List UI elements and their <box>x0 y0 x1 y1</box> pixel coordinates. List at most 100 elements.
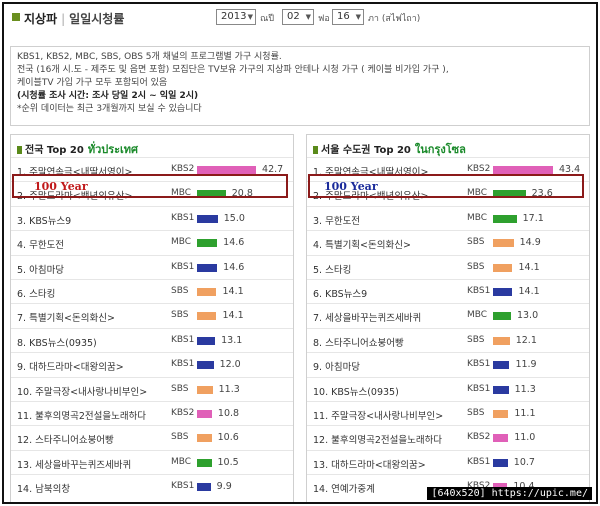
rating-bar <box>197 385 213 394</box>
month-label: ฟอ <box>318 14 330 24</box>
chevron-down-icon: ▼ <box>305 13 311 21</box>
channel-label: MBC <box>171 456 192 467</box>
channel-label: KBS2 <box>171 408 195 418</box>
program-name[interactable]: 13. 세상을바꾸는퀴즈세바퀴 <box>17 457 131 471</box>
rating-bar <box>493 336 510 345</box>
channel-label: KBS1 <box>171 212 195 223</box>
channel-label: SBS <box>171 432 189 443</box>
table-row[interactable]: 7. 세상을바꾸는퀴즈세바퀴 MBC 13.0 <box>307 303 589 327</box>
table-row[interactable]: 9. 대하드라마<대왕의꿈> KBS1 12.0 <box>11 352 293 376</box>
bullet-icon <box>17 146 22 154</box>
table-row[interactable]: 6. 스타킹 SBS 14.1 <box>11 279 293 303</box>
program-name[interactable]: 4. 특별기획<돈의화신> <box>313 237 411 251</box>
table-row[interactable]: 7. 특별기획<돈의화신> SBS 14.1 <box>11 303 293 327</box>
rating-value: 11.3 <box>514 383 536 395</box>
program-name[interactable]: 5. 아침마당 <box>17 262 64 276</box>
panel-title-text: 전국 Top 20 <box>25 145 84 156</box>
rating-bar <box>493 458 508 467</box>
rating-value: 10.7 <box>513 456 535 468</box>
program-name[interactable]: 6. KBS뉴스9 <box>313 286 367 300</box>
table-row[interactable]: 13. 대하드라마<대왕의꿈> KBS1 10.7 <box>307 449 589 474</box>
rating-value: 12.1 <box>515 334 537 346</box>
program-name[interactable]: 12. 불후의명곡2전설을노래하다 <box>313 432 442 446</box>
program-name[interactable]: 3. KBS뉴스9 <box>17 213 71 227</box>
table-row[interactable]: 10. 주말극장<내사랑나비부인> SBS 11.3 <box>11 376 293 401</box>
window-frame: 지상파 | 일일시청률 2013 ▼ ณปี 02 ▼ ฟอ 16 ▼ ภา (สไ… <box>2 2 598 504</box>
panel-title: 전국 Top 20 ทั่วประเทศ <box>11 135 293 157</box>
table-row[interactable]: 13. 세상을바꾸는퀴즈세바퀴 MBC 10.5 <box>11 449 293 474</box>
program-name[interactable]: 5. 스타킹 <box>313 262 351 276</box>
program-name[interactable]: 12. 스타주니어쇼붕어빵 <box>17 432 114 446</box>
program-name[interactable]: 9. 아침마당 <box>313 359 360 373</box>
table-row[interactable]: 10. KBS뉴스(0935) KBS1 11.3 <box>307 376 589 401</box>
channel-label: SBS <box>467 237 485 248</box>
program-name[interactable]: 8. 스타주니어쇼붕어빵 <box>313 335 404 349</box>
table-row[interactable]: 12. 스타주니어쇼붕어빵 SBS 10.6 <box>11 425 293 449</box>
program-name[interactable]: 14. 남북의창 <box>17 481 70 495</box>
rating-bar <box>493 361 510 370</box>
table-row[interactable]: 14. 남북의창 KBS1 9.9 <box>11 474 293 498</box>
program-name[interactable]: 9. 대하드라마<대왕의꿈> <box>17 359 124 373</box>
program-name[interactable]: 14. 연예가중계 <box>313 481 375 495</box>
description-line: 전국 (16개 시.도 - 제주도 및 읍면 포함) 모집단은 TV보유 가구의… <box>17 65 449 75</box>
rating-bar <box>197 263 218 272</box>
year-select[interactable]: 2013 ▼ <box>216 9 256 25</box>
rating-value: 11.1 <box>514 408 536 419</box>
channel-label: SBS <box>467 408 485 418</box>
channel-label: KBS2 <box>467 432 491 443</box>
title-subtitle: 일일시청률 <box>69 12 125 26</box>
program-name[interactable]: 6. 스타킹 <box>17 286 55 300</box>
program-name[interactable]: 8. KBS뉴스(0935) <box>17 335 97 349</box>
channel-label: KBS1 <box>171 481 195 492</box>
watermark: [640x520] https://upic.me/ <box>427 487 592 500</box>
table-row[interactable]: 3. KBS뉴스9 KBS1 15.0 <box>11 205 293 230</box>
panel-title-thai: ในกรุงโซล <box>414 143 466 156</box>
table-row[interactable]: 3. 무한도전 MBC 17.1 <box>307 205 589 230</box>
channel-label: KBS1 <box>171 359 195 370</box>
table-row[interactable]: 9. 아침마당 KBS1 11.9 <box>307 352 589 376</box>
rating-value: 14.1 <box>518 261 540 273</box>
table-row[interactable]: 5. 아침마당 KBS1 14.6 <box>11 254 293 279</box>
rating-value: 12.0 <box>219 359 241 371</box>
table-row[interactable]: 4. 특별기획<돈의화신> SBS 14.9 <box>307 230 589 254</box>
program-name[interactable]: 11. 불후의명곡2전설을노래하다 <box>17 408 146 422</box>
program-name[interactable]: 13. 대하드라마<대왕의꿈> <box>313 457 426 471</box>
program-name[interactable]: 7. 특별기획<돈의화신> <box>17 310 115 324</box>
table-row[interactable]: 11. 주말극장<내사랑나비부인> SBS 11.1 <box>307 401 589 425</box>
rating-bar <box>197 312 217 321</box>
description-box: KBS1, KBS2, MBC, SBS, OBS 5개 채널의 프로그램별 가… <box>10 46 590 126</box>
channel-label: SBS <box>171 286 189 296</box>
rating-value: 10.8 <box>217 408 240 419</box>
channel-label: MBC <box>467 212 488 223</box>
program-name[interactable]: 11. 주말극장<내사랑나비부인> <box>313 408 443 422</box>
rating-value: 13.1 <box>221 334 243 346</box>
day-select[interactable]: 16 ▼ <box>332 9 364 25</box>
table-row[interactable]: 8. KBS뉴스(0935) KBS1 13.1 <box>11 327 293 352</box>
day-value: 16 <box>337 11 350 22</box>
table-row[interactable]: 11. 불후의명곡2전설을노래하다 KBS2 10.8 <box>11 401 293 425</box>
table-row[interactable]: 5. 스타킹 SBS 14.1 <box>307 254 589 279</box>
table-row[interactable]: 12. 불후의명곡2전설을노래하다 KBS2 11.0 <box>307 425 589 449</box>
chevron-down-icon: ▼ <box>247 13 253 21</box>
program-name[interactable]: 7. 세상을바꾸는퀴즈세바퀴 <box>313 310 421 324</box>
title-text: 지상파 <box>24 12 58 26</box>
rating-bar <box>197 361 214 370</box>
rating-bar <box>197 483 211 492</box>
rating-value: 14.6 <box>223 261 245 273</box>
page-title: 지상파 | 일일시청률 <box>24 10 124 27</box>
rating-bar <box>493 214 517 223</box>
program-name[interactable]: 3. 무한도전 <box>313 213 360 227</box>
table-row[interactable]: 4. 무한도전 MBC 14.6 <box>11 230 293 254</box>
chevron-down-icon: ▼ <box>355 13 361 21</box>
annotation-label-right: 100 Year <box>324 180 378 193</box>
channel-label: KBS1 <box>171 261 195 272</box>
program-name[interactable]: 10. KBS뉴스(0935) <box>313 384 399 398</box>
table-row[interactable]: 6. KBS뉴스9 KBS1 14.1 <box>307 279 589 303</box>
month-select[interactable]: 02 ▼ <box>282 9 314 25</box>
panel-title-text: 서울 수도권 Top 20 <box>321 145 411 156</box>
program-name[interactable]: 4. 무한도전 <box>17 237 64 251</box>
rating-bar <box>493 312 511 321</box>
program-name[interactable]: 10. 주말극장<내사랑나비부인> <box>17 384 147 398</box>
table-row[interactable]: 8. 스타주니어쇼붕어빵 SBS 12.1 <box>307 327 589 352</box>
rating-bar <box>197 166 257 174</box>
